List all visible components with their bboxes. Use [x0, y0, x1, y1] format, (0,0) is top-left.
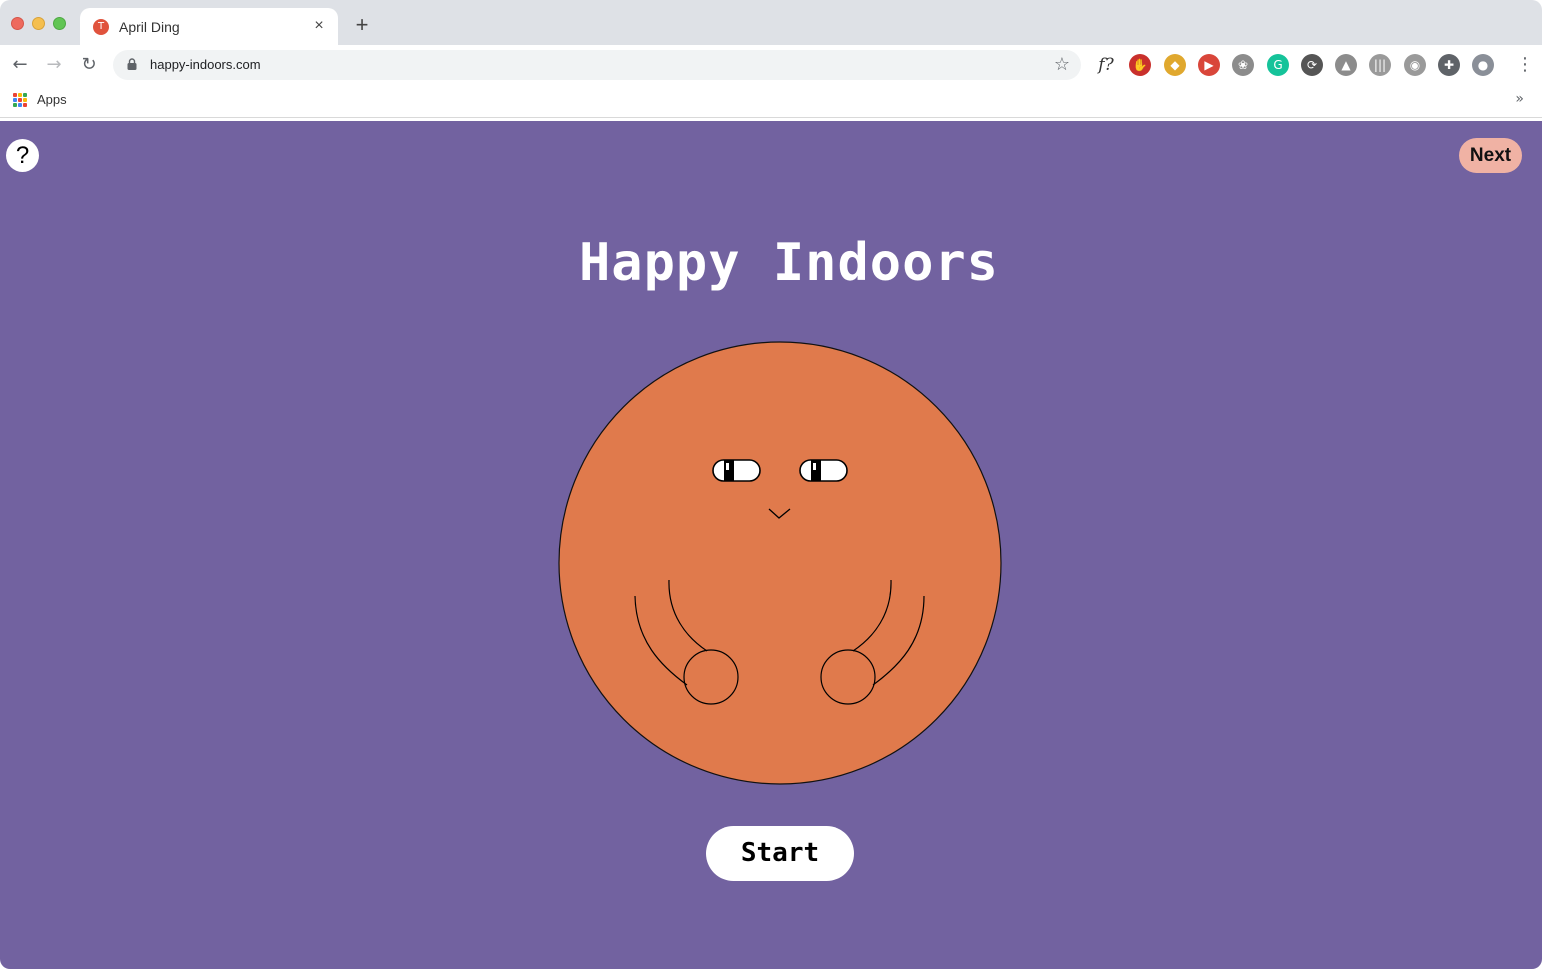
pinwheel-extension-icon[interactable]: ◆ — [1164, 54, 1186, 76]
apps-grid-icon[interactable] — [13, 93, 27, 107]
bookmarks-bar: Apps » — [0, 85, 1542, 118]
reload-button[interactable]: ↻ — [77, 53, 101, 77]
barcode-extension-icon[interactable]: ||| — [1369, 54, 1391, 76]
minimize-window-button[interactable] — [32, 17, 45, 30]
adblock-extension-icon[interactable]: ✋ — [1129, 54, 1151, 76]
browser-window: T April Ding × + ← → ↻ happy-indoors.com… — [0, 0, 1542, 969]
page-content: ? Next Happy Indoors Start — [0, 121, 1542, 969]
tab-favicon-icon: T — [93, 19, 109, 35]
new-tab-button[interactable]: + — [350, 14, 374, 38]
next-button[interactable]: Next — [1459, 138, 1522, 173]
sync-extension-icon[interactable]: ⟳ — [1301, 54, 1323, 76]
close-window-button[interactable] — [11, 17, 24, 30]
address-bar[interactable]: happy-indoors.com ☆ — [113, 50, 1081, 80]
puzzle-extension-icon[interactable]: ✚ — [1438, 54, 1460, 76]
media-extension-icon[interactable]: ▶ — [1198, 54, 1220, 76]
grammarly-extension-icon[interactable]: G — [1267, 54, 1289, 76]
browser-toolbar: ← → ↻ happy-indoors.com ☆ f? ✋ ◆ ▶ ❀ G ⟳ ▲ ||| ◉ ✚… — [0, 45, 1542, 85]
url-text[interactable]: happy-indoors.com — [150, 57, 261, 72]
forward-button[interactable]: → — [42, 53, 66, 77]
start-button[interactable]: Start — [706, 826, 854, 881]
tab-title: April Ding — [119, 19, 180, 35]
paw-extension-icon[interactable]: ❀ — [1232, 54, 1254, 76]
right-eye — [799, 459, 848, 482]
tab-close-icon[interactable]: × — [310, 17, 328, 35]
left-eye — [712, 459, 761, 482]
mascot-body — [558, 341, 1002, 785]
back-button[interactable]: ← — [8, 53, 32, 77]
tab-active[interactable]: T April Ding × — [80, 8, 338, 45]
browser-menu-icon[interactable]: ⋮ — [1516, 54, 1534, 76]
lock-icon — [127, 58, 137, 70]
profile-avatar[interactable]: ● — [1472, 54, 1494, 76]
help-button[interactable]: ? — [6, 139, 39, 172]
maximize-window-button[interactable] — [53, 17, 66, 30]
tab-strip: T April Ding × + — [0, 0, 1542, 45]
fx-extension-icon[interactable]: f? — [1095, 54, 1117, 76]
drive-extension-icon[interactable]: ▲ — [1335, 54, 1357, 76]
bookmark-star-icon[interactable]: ☆ — [1051, 54, 1073, 76]
bookmarks-overflow-icon[interactable]: » — [1515, 91, 1524, 107]
page-title: Happy Indoors — [579, 233, 999, 293]
camera-extension-icon[interactable]: ◉ — [1404, 54, 1426, 76]
apps-bookmark[interactable]: Apps — [37, 92, 67, 107]
mascot-illustration — [558, 341, 1002, 785]
